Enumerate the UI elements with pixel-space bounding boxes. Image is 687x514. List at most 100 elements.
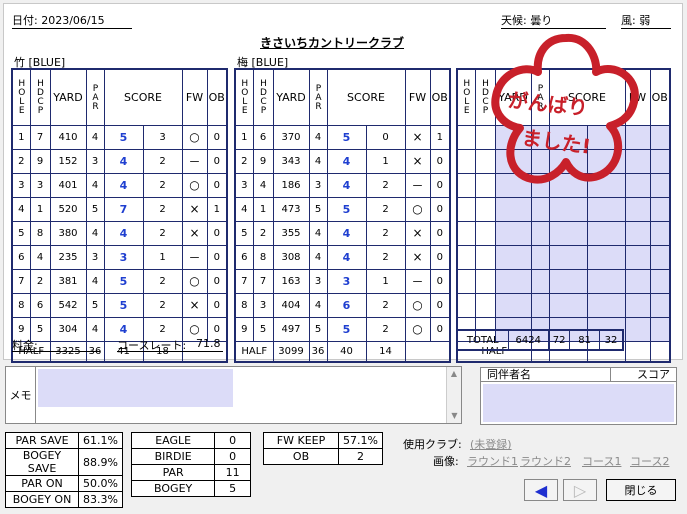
header-hole: HOLE — [234, 68, 254, 126]
cell-empty[interactable] — [456, 220, 476, 246]
cell-empty[interactable] — [548, 244, 588, 270]
cell-empty[interactable] — [456, 124, 476, 150]
cell-empty[interactable] — [586, 220, 626, 246]
cell-fw: × — [181, 220, 208, 246]
companion-name-header[interactable]: 同伴者名 — [481, 368, 611, 382]
cell-score[interactable]: 6 — [326, 292, 367, 318]
close-button[interactable]: 閉じる — [606, 479, 676, 501]
cell-empty[interactable] — [624, 268, 651, 294]
cell-empty[interactable] — [456, 244, 476, 270]
memo-scrollbar[interactable]: ▲ ▼ — [446, 367, 461, 423]
cell-empty[interactable] — [456, 196, 476, 222]
cell-empty[interactable] — [494, 196, 532, 222]
cell-empty[interactable] — [474, 196, 496, 222]
cell-empty[interactable] — [649, 196, 671, 222]
cell-hdcp: 2 — [29, 268, 51, 294]
memo-input[interactable] — [38, 369, 233, 407]
cell-score[interactable]: 4 — [103, 148, 144, 174]
cell-fw: － — [181, 148, 208, 174]
cell-empty[interactable] — [474, 292, 496, 318]
cell-empty[interactable] — [548, 220, 588, 246]
cell-empty[interactable] — [586, 244, 626, 270]
cell-score[interactable]: 5 — [103, 268, 144, 294]
cell-empty[interactable] — [649, 268, 671, 294]
cell-empty[interactable] — [530, 268, 550, 294]
cell-empty[interactable] — [474, 268, 496, 294]
cell-score[interactable]: 4 — [326, 220, 367, 246]
table-row: 1 6 370 4 5 0 × 1 — [234, 124, 451, 150]
cell-par: 4 — [308, 244, 328, 270]
cell-empty[interactable] — [494, 268, 532, 294]
cell-empty[interactable] — [624, 244, 651, 270]
cell-hole: 9 — [234, 316, 254, 342]
cell-hdcp: 6 — [29, 292, 51, 318]
cell-empty[interactable] — [624, 196, 651, 222]
cell-empty[interactable] — [494, 220, 532, 246]
cell-empty[interactable] — [494, 292, 532, 318]
cell-ob: 0 — [206, 268, 228, 294]
cell-score[interactable]: 4 — [103, 220, 144, 246]
cell-par: 5 — [85, 196, 105, 222]
cell-empty[interactable] — [530, 196, 550, 222]
cell-empty[interactable] — [548, 292, 588, 318]
cell-empty[interactable] — [548, 268, 588, 294]
cell-empty[interactable] — [649, 124, 671, 150]
cell-empty[interactable] — [474, 244, 496, 270]
cell-empty[interactable] — [474, 220, 496, 246]
cell-empty[interactable] — [649, 244, 671, 270]
header-fw: FW — [181, 68, 208, 126]
cell-empty[interactable] — [649, 172, 671, 198]
arrow-left-icon: ◀ — [534, 480, 548, 500]
cell-score[interactable]: 4 — [326, 148, 367, 174]
prev-button[interactable]: ◀ — [524, 479, 558, 501]
cell-empty[interactable] — [530, 292, 550, 318]
cell-empty[interactable] — [624, 292, 651, 318]
memo-label: メモ — [6, 367, 36, 423]
cell-empty[interactable] — [530, 220, 550, 246]
companion-score-header[interactable]: スコア — [611, 368, 676, 382]
image-link-round1[interactable]: ラウンド1 — [467, 453, 518, 469]
stat-value: 57.1% — [338, 432, 383, 449]
cell-empty[interactable] — [530, 244, 550, 270]
table-row: 2 9 343 4 4 1 × 0 — [234, 148, 451, 174]
cell-score[interactable]: 4 — [103, 172, 144, 198]
cell-ob: 0 — [429, 172, 451, 198]
cell-score[interactable]: 7 — [103, 196, 144, 222]
cell-score[interactable]: 4 — [326, 172, 367, 198]
half-empty — [649, 340, 671, 363]
cell-empty[interactable] — [456, 268, 476, 294]
image-link-course2[interactable]: コース2 — [630, 453, 669, 469]
image-link-course1[interactable]: コース1 — [582, 453, 621, 469]
cell-score[interactable]: 5 — [103, 292, 144, 318]
cell-fw: × — [181, 292, 208, 318]
cell-empty[interactable] — [586, 268, 626, 294]
cell-score[interactable]: 5 — [326, 196, 367, 222]
cell-score[interactable]: 3 — [103, 244, 144, 270]
clubs-link[interactable]: (未登録) — [470, 436, 512, 452]
stat-row: OB 2 — [262, 448, 383, 465]
stat-value: 5 — [214, 480, 251, 497]
cell-empty[interactable] — [494, 244, 532, 270]
next-button[interactable]: ▷ — [563, 479, 597, 501]
cell-empty[interactable] — [456, 148, 476, 174]
cell-empty[interactable] — [649, 220, 671, 246]
cell-empty[interactable] — [649, 292, 671, 318]
cell-empty[interactable] — [586, 196, 626, 222]
cell-score[interactable]: 5 — [103, 124, 144, 150]
cell-empty[interactable] — [456, 172, 476, 198]
cell-score[interactable]: 4 — [326, 244, 367, 270]
scorecard-table-nine2: HOLE HDCP YARD PAR SCORE FW OB 1 6 370 4 5 0 × 1 2 9 343 4… — [234, 68, 451, 363]
cell-empty[interactable] — [624, 220, 651, 246]
image-link-round2[interactable]: ラウンド2 — [520, 453, 571, 469]
companion-list[interactable]: 同伴者名 スコア — [480, 367, 677, 425]
cell-empty[interactable] — [649, 316, 671, 342]
cell-empty[interactable] — [586, 292, 626, 318]
cell-score[interactable]: 5 — [326, 316, 367, 342]
cell-putt: 1 — [142, 244, 183, 270]
cell-empty[interactable] — [548, 196, 588, 222]
cell-score[interactable]: 3 — [326, 268, 367, 294]
cell-empty[interactable] — [649, 148, 671, 174]
cell-empty[interactable] — [624, 316, 651, 342]
cell-empty[interactable] — [456, 292, 476, 318]
cell-score[interactable]: 5 — [326, 124, 367, 150]
